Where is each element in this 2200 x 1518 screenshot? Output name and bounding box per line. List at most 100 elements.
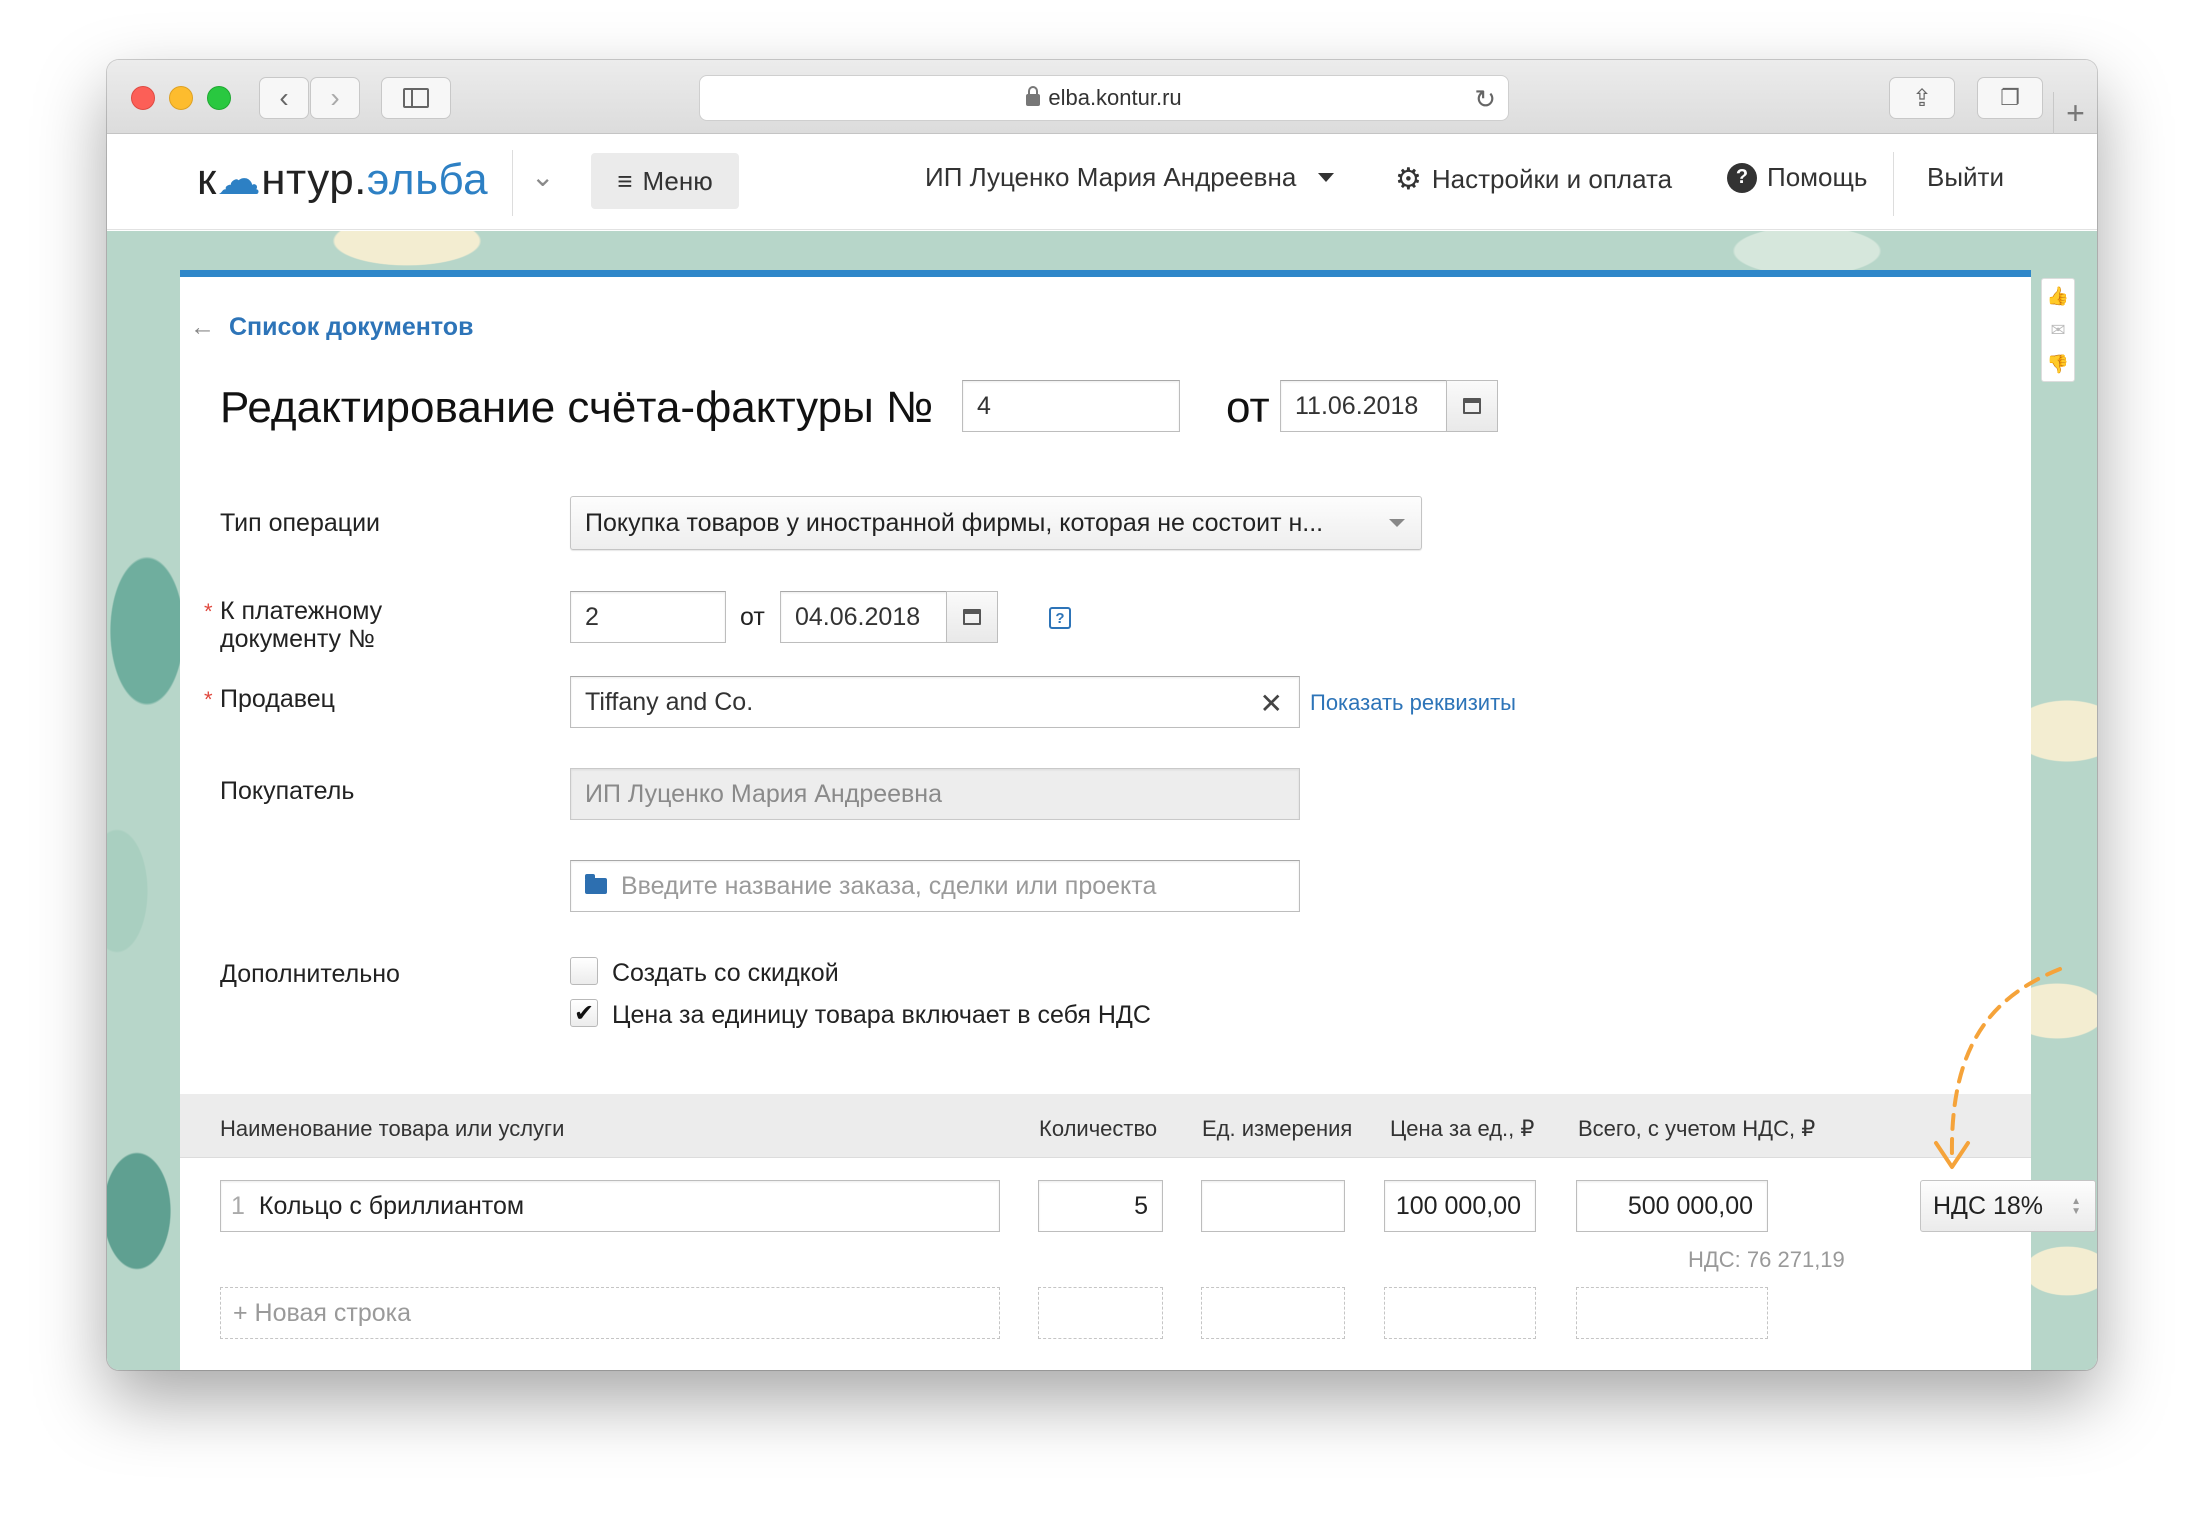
help-link[interactable]: ? Помощь xyxy=(1727,162,1867,193)
buyer-input: ИП Луценко Мария Андреевна xyxy=(570,768,1300,820)
back-link-label: Список документов xyxy=(229,313,474,341)
logo[interactable]: к☁нтур.эльба xyxy=(197,154,488,205)
new-row-button[interactable]: + Новая строка xyxy=(220,1287,1000,1339)
vat-included-checkbox[interactable]: ✔ xyxy=(570,999,598,1027)
required-marker: * xyxy=(204,687,213,712)
operation-type-label: Тип операции xyxy=(220,509,381,537)
project-placeholder: Введите название заказа, сделки или прое… xyxy=(621,871,1157,900)
logout-label: Выйти xyxy=(1927,162,2004,192)
cloud-icon: ☁ xyxy=(216,155,262,204)
payment-calendar-button[interactable] xyxy=(946,591,998,643)
additional-label: Дополнительно xyxy=(220,960,400,988)
address-bar[interactable]: elba.kontur.ru ↻ xyxy=(699,75,1509,121)
thumbs-down-icon[interactable]: 👎 xyxy=(2047,354,2069,375)
user-dropdown[interactable]: ИП Луценко Мария Андреевна xyxy=(925,162,1335,193)
col-price-header: Цена за ед., ₽ xyxy=(1390,1116,1535,1141)
arrow-left-icon: ← xyxy=(190,313,215,341)
chevron-down-icon[interactable]: ⌄ xyxy=(531,160,554,193)
operation-type-select[interactable]: Покупка товаров у иностранной фирмы, кот… xyxy=(570,496,1422,550)
item-qty-input[interactable]: 5 xyxy=(1038,1180,1163,1232)
chevron-right-icon: › xyxy=(330,82,340,113)
mail-icon[interactable]: ✉ xyxy=(2050,320,2065,341)
invoice-date-input[interactable]: 11.06.2018 xyxy=(1280,380,1448,432)
item-unit-input[interactable] xyxy=(1201,1180,1345,1232)
vat-rate-value: НДС 18% xyxy=(1933,1191,2044,1220)
calendar-button[interactable] xyxy=(1446,380,1498,432)
item-name-value: Кольцо с бриллиантом xyxy=(258,1191,525,1220)
new-tab-button[interactable]: + xyxy=(2053,92,2097,134)
logo-text-accent: эльба xyxy=(366,155,489,204)
show-details-link[interactable]: Показать реквизиты xyxy=(1310,690,1516,716)
col-unit-header: Ед. измерения xyxy=(1202,1116,1353,1141)
discount-checkbox[interactable] xyxy=(570,957,598,985)
settings-label: Настройки и оплата xyxy=(1431,164,1673,194)
payment-date-input[interactable]: 04.06.2018 xyxy=(780,591,948,643)
payment-doc-label-line1: К платежному xyxy=(220,597,383,625)
question-icon[interactable]: ? xyxy=(1049,607,1071,629)
tabs-overview-button[interactable]: ❐ xyxy=(1977,77,2043,119)
discount-label[interactable]: Создать со скидкой xyxy=(612,959,839,988)
feedback-widget: 👍 ✉ 👎 xyxy=(2041,278,2075,382)
col-total-header: Всего, с учетом НДС, ₽ xyxy=(1578,1116,1816,1141)
divider xyxy=(512,150,513,216)
settings-link[interactable]: ⚙ Настройки и оплата xyxy=(1395,162,1672,197)
logo-text-prefix: к xyxy=(197,155,217,204)
sidebar-icon xyxy=(403,88,429,108)
new-row-unit[interactable] xyxy=(1201,1287,1345,1339)
payment-doc-label: К платежному документу № xyxy=(220,597,382,653)
close-icon[interactable]: ✕ xyxy=(1260,687,1283,720)
operation-type-value: Покупка товаров у иностранной фирмы, кот… xyxy=(585,508,1324,537)
divider xyxy=(1893,152,1894,216)
user-name: ИП Луценко Мария Андреевна xyxy=(925,162,1297,192)
back-to-documents-link[interactable]: ← Список документов xyxy=(190,313,473,342)
seller-value: Tiffany and Co. xyxy=(585,687,754,716)
share-button[interactable]: ⇪ xyxy=(1889,77,1955,119)
row-number: 1 xyxy=(231,1191,245,1220)
zoom-window-button[interactable] xyxy=(207,86,231,110)
menu-button[interactable]: ≡ Меню xyxy=(591,153,739,209)
item-total-input[interactable]: 500 000,00 xyxy=(1576,1180,1768,1232)
reload-icon[interactable]: ↻ xyxy=(1474,84,1496,115)
item-price-input[interactable]: 100 000,00 xyxy=(1384,1180,1536,1232)
payment-number-input[interactable]: 2 xyxy=(570,591,726,643)
calendar-icon xyxy=(963,609,981,625)
item-name-input[interactable]: 1 Кольцо с бриллиантом xyxy=(220,1180,1000,1232)
payment-doc-label-line2: документу № xyxy=(220,625,375,653)
checkmark-icon: ✔ xyxy=(573,999,595,1027)
close-window-button[interactable] xyxy=(131,86,155,110)
logout-link[interactable]: Выйти xyxy=(1927,162,2004,193)
new-row-qty[interactable] xyxy=(1038,1287,1163,1339)
help-icon: ? xyxy=(1727,162,1757,193)
minimize-window-button[interactable] xyxy=(169,86,193,110)
new-row-total[interactable] xyxy=(1576,1287,1768,1339)
seller-input[interactable]: Tiffany and Co. ✕ xyxy=(570,676,1300,728)
project-input[interactable]: Введите название заказа, сделки или прое… xyxy=(570,860,1300,912)
seller-label: Продавец xyxy=(220,685,335,713)
app-header: к☁нтур.эльба ⌄ ≡ Меню ИП Луценко Мария А… xyxy=(107,134,2097,230)
vat-included-label[interactable]: Цена за единицу товара включает в себя Н… xyxy=(612,1001,1151,1030)
share-icon: ⇪ xyxy=(1911,84,1933,112)
forward-button[interactable]: › xyxy=(310,77,360,119)
col-qty-header: Количество xyxy=(1039,1116,1158,1141)
new-row-price[interactable] xyxy=(1384,1287,1536,1339)
buyer-label: Покупатель xyxy=(220,777,355,805)
back-button[interactable]: ‹ xyxy=(259,77,309,119)
new-row-label: + Новая строка xyxy=(233,1298,412,1327)
plus-icon: + xyxy=(2066,94,2085,131)
hamburger-icon: ≡ xyxy=(617,165,633,196)
tabs-icon: ❐ xyxy=(2000,85,2020,110)
chevron-left-icon: ‹ xyxy=(279,82,289,113)
lock-icon xyxy=(1026,86,1041,106)
dropdown-arrow-icon xyxy=(1389,519,1405,527)
payment-from-label: от xyxy=(740,603,765,631)
menu-label: Меню xyxy=(642,165,713,196)
sidebar-toggle-button[interactable] xyxy=(381,77,451,119)
vat-rate-select[interactable]: НДС 18% ▲ ▼ xyxy=(1920,1180,2096,1232)
thumbs-up-icon[interactable]: 👍 xyxy=(2047,286,2069,307)
from-label: от xyxy=(1226,383,1270,432)
col-name-header: Наименование товара или услуги xyxy=(220,1116,565,1141)
invoice-number-input[interactable]: 4 xyxy=(962,380,1180,432)
browser-window: ‹ › elba.kontur.ru ↻ ⇪ ❐ + к☁нтур.эльба … xyxy=(107,60,2097,1370)
folder-icon xyxy=(585,874,607,894)
calendar-icon xyxy=(1463,398,1481,414)
